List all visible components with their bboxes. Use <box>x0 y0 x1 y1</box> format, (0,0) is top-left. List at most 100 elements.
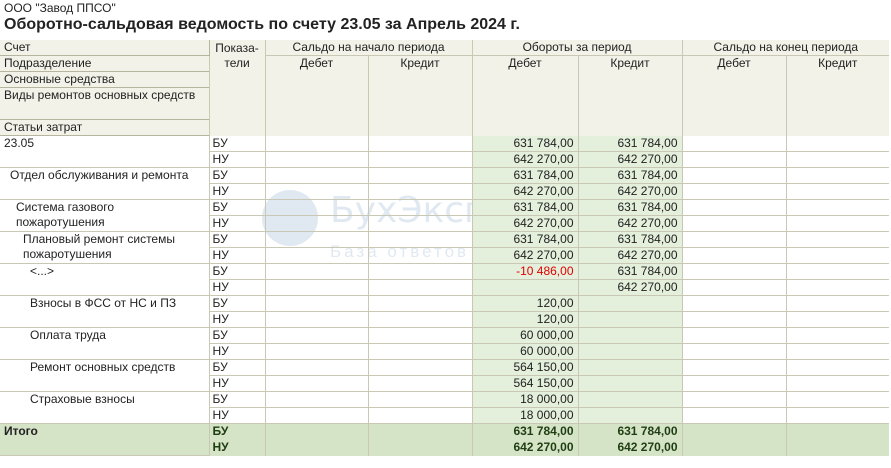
opening-debit-cell <box>264 407 368 424</box>
indicator-cell: НУ <box>208 279 265 296</box>
opening-credit-cell <box>367 375 472 392</box>
indicator-cell: БУ <box>208 263 265 280</box>
opening-credit-cell <box>367 183 472 200</box>
opening-debit-cell <box>264 439 368 456</box>
turnover-debit-cell: 642 270,00 <box>471 151 578 169</box>
header-cost-items: Статьи затрат <box>0 119 210 136</box>
turnover-debit-cell: 631 784,00 <box>471 135 578 152</box>
turnover-credit-cell: 631 784,00 <box>577 135 683 152</box>
turnover-credit-cell: 631 784,00 <box>577 199 683 216</box>
closing-credit-cell <box>785 247 890 264</box>
indicator-cell: БУ <box>208 359 265 376</box>
indicator-cell: НУ <box>208 343 265 360</box>
turnover-credit-cell: 642 270,00 <box>577 247 683 264</box>
total-row: Итого БУ 631 784,00 631 784,00 <box>0 423 890 456</box>
opening-debit-cell <box>264 359 368 376</box>
closing-credit-cell <box>785 439 890 456</box>
closing-debit-cell <box>681 391 787 408</box>
turnover-debit-cell: 18 000,00 <box>471 391 578 408</box>
turnover-credit-cell <box>577 343 683 360</box>
turnover-debit-cell: 564 150,00 <box>471 359 578 376</box>
turnover-debit-cell: 642 270,00 <box>471 215 578 232</box>
opening-debit-cell <box>264 343 368 360</box>
turnover-debit-cell: 642 270,00 <box>471 247 578 264</box>
total-label: Итого <box>0 423 209 456</box>
closing-credit-cell <box>785 279 890 296</box>
opening-credit-cell <box>367 263 472 280</box>
turnover-credit-cell <box>577 311 683 328</box>
closing-debit-cell <box>681 279 787 296</box>
closing-credit-cell <box>785 263 890 280</box>
turnover-credit-cell: 631 784,00 <box>577 263 683 280</box>
table-row: Система газового пожаротушения БУ 631 784,… <box>0 199 890 232</box>
closing-credit-cell <box>785 151 890 169</box>
opening-debit-cell <box>264 183 368 200</box>
closing-credit-cell <box>785 391 890 408</box>
header-turnover-credit: Кредит <box>577 55 683 136</box>
table-row: 23.05 БУ 631 784,00 631 784,00 <box>0 135 890 168</box>
closing-debit-cell <box>681 215 787 232</box>
opening-debit-cell <box>264 135 368 152</box>
indicator-cell: БУ <box>208 391 265 408</box>
table-row: Отдел обслуживания и ремонта БУ 631 784,00… <box>0 167 890 200</box>
opening-debit-cell <box>264 295 368 312</box>
closing-debit-cell <box>681 407 787 424</box>
opening-credit-cell <box>367 247 472 264</box>
indicator-cell: БУ <box>208 295 265 312</box>
row-name: Отдел обслуживания и ремонта <box>0 167 209 200</box>
opening-credit-cell <box>367 343 472 360</box>
row-name: Оплата труда <box>0 327 209 360</box>
indicator-cell: БУ <box>208 199 265 216</box>
turnover-credit-cell <box>577 359 683 376</box>
indicator-cell: БУ <box>208 135 265 152</box>
header-repair-types: Виды ремонтов основных средств <box>0 87 210 120</box>
opening-debit-cell <box>264 311 368 328</box>
turnover-debit-cell: 631 784,00 <box>471 423 578 440</box>
closing-credit-cell <box>785 215 890 232</box>
opening-credit-cell <box>367 231 472 248</box>
turnover-credit-cell: 631 784,00 <box>577 423 683 440</box>
turnover-debit-cell <box>471 279 578 296</box>
row-name: Страховые взносы <box>0 391 209 424</box>
table-row: Ремонт основных средств БУ 564 150,00 <box>0 359 890 392</box>
turnover-credit-cell <box>577 375 683 392</box>
turnover-debit-cell: 120,00 <box>471 295 578 312</box>
header-opening-credit: Кредит <box>367 55 472 136</box>
table-row: Страховые взносы БУ 18 000,00 <box>0 391 890 424</box>
turnover-debit-cell: 564 150,00 <box>471 375 578 392</box>
closing-debit-cell <box>681 199 787 216</box>
opening-credit-cell <box>367 295 472 312</box>
opening-debit-cell <box>264 423 368 440</box>
header-closing-balance: Сальдо на конец периода <box>681 40 890 56</box>
turnover-credit-cell: 642 270,00 <box>577 215 683 232</box>
indicator-cell: НУ <box>208 375 265 392</box>
closing-debit-cell <box>681 439 787 456</box>
opening-debit-cell <box>264 151 368 169</box>
closing-debit-cell <box>681 295 787 312</box>
indicator-cell: НУ <box>208 183 265 200</box>
closing-credit-cell <box>785 423 890 440</box>
closing-debit-cell <box>681 135 787 152</box>
indicator-cell: БУ <box>208 423 265 440</box>
closing-credit-cell <box>785 183 890 200</box>
row-name: <...> <box>0 263 209 296</box>
turnover-debit-cell: 642 270,00 <box>471 183 578 200</box>
header-opening-balance: Сальдо на начало периода <box>264 40 472 56</box>
opening-credit-cell <box>367 215 472 232</box>
turnover-debit-cell: -10 486,00 <box>471 263 578 280</box>
closing-credit-cell <box>785 343 890 360</box>
turnover-credit-cell: 631 784,00 <box>577 167 683 184</box>
indicator-cell: НУ <box>208 151 265 169</box>
closing-credit-cell <box>785 359 890 376</box>
indicator-cell: БУ <box>208 327 265 344</box>
header-closing-debit: Дебет <box>681 55 787 136</box>
opening-credit-cell <box>367 167 472 184</box>
opening-credit-cell <box>367 327 472 344</box>
turnover-debit-cell: 18 000,00 <box>471 407 578 424</box>
opening-debit-cell <box>264 327 368 344</box>
header-indicators: Показа-тели <box>208 40 265 136</box>
indicator-cell: НУ <box>208 311 265 328</box>
indicator-cell: НУ <box>208 439 265 456</box>
table-row: Взносы в ФСС от НС и ПЗ БУ 120,00 <box>0 295 890 328</box>
turnover-credit-cell: 642 270,00 <box>577 183 683 200</box>
